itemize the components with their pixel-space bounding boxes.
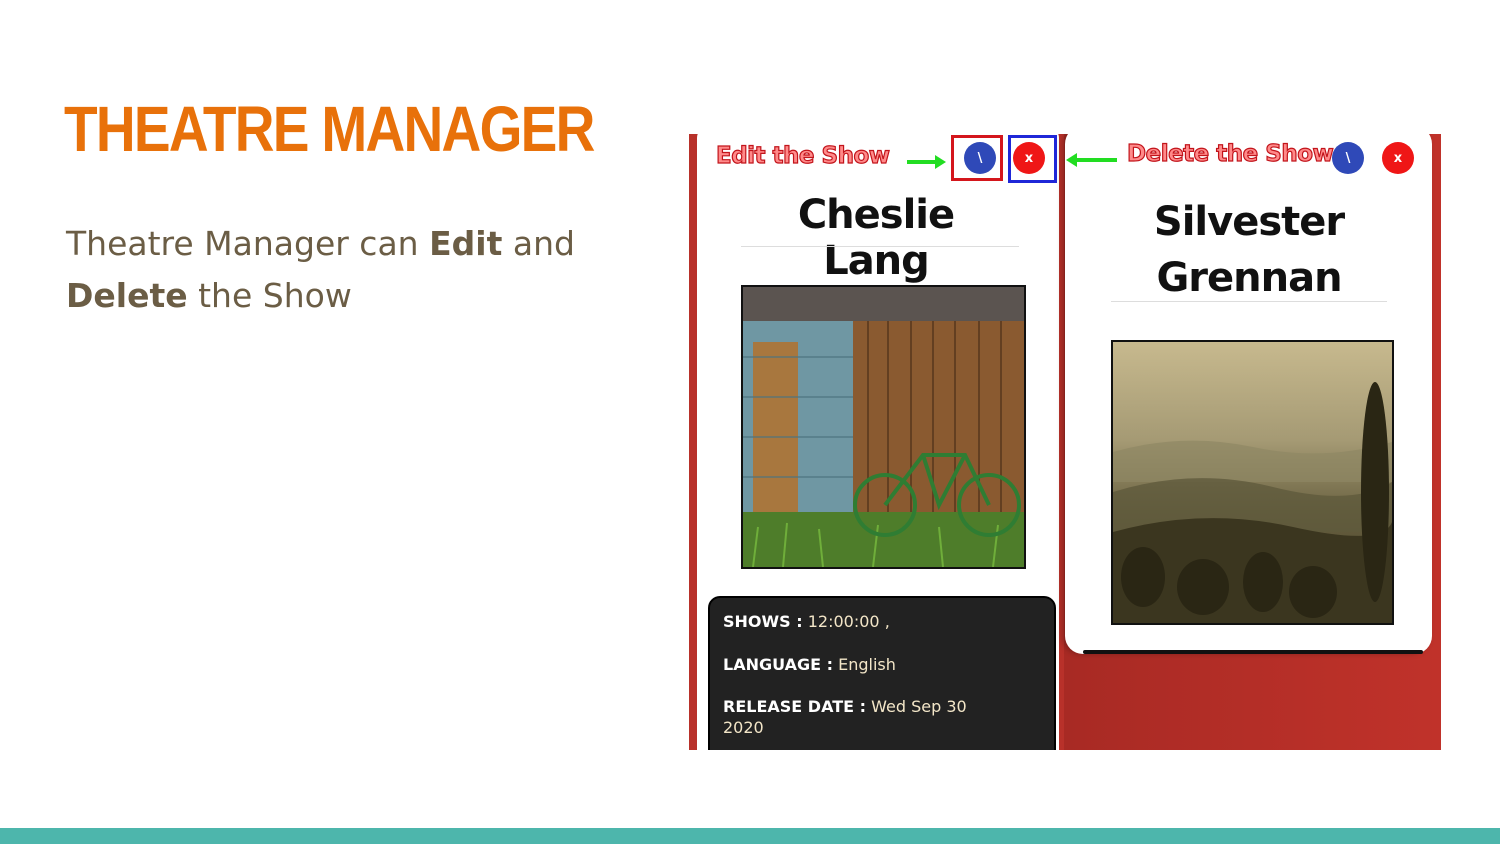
show-poster-image <box>741 285 1026 569</box>
slide-body-text: Theatre Manager can Edit and Delete the … <box>66 218 626 322</box>
delete-show-button[interactable]: x <box>1013 142 1045 174</box>
body-text-delete: Delete <box>66 276 188 315</box>
card-right-bottom-edge <box>1083 650 1423 654</box>
show-card-title-line1: Silvester <box>1153 199 1345 245</box>
body-text-mid: and <box>502 224 575 263</box>
close-icon: x <box>1393 150 1403 166</box>
close-icon: x <box>1024 150 1034 166</box>
title-divider <box>741 246 1019 247</box>
show-card-title: Cheslie Lang <box>797 192 955 284</box>
wooden-shed-bicycle-photo <box>743 287 1024 567</box>
detail-shows-value: 12:00:00 , <box>802 612 890 631</box>
misty-hills-landscape-photo <box>1113 342 1392 623</box>
show-card-title-line2: Grennan <box>1156 255 1342 301</box>
detail-language-value: English <box>833 655 896 674</box>
body-text-pre: Theatre Manager can <box>66 224 430 263</box>
detail-release-date-year: 2020 <box>723 718 764 737</box>
app-screenshot: Cheslie Lang SHOWS: 12:00:00 , LANGUAGE… <box>689 134 1441 750</box>
edit-show-button[interactable]: \ <box>964 142 996 174</box>
detail-release-label: RELEASE DATE : <box>723 697 867 716</box>
detail-language-label: LANGUAGE : <box>723 655 834 674</box>
footer-accent-bar <box>0 828 1500 844</box>
detail-shows-label: SHOWS : <box>723 612 803 631</box>
arrow-left-icon <box>1066 153 1117 167</box>
slide-title: THEATRE MANAGER <box>64 93 595 165</box>
edit-show-button-right[interactable]: \ <box>1332 142 1364 174</box>
show-poster-image-right <box>1111 340 1394 625</box>
show-card-title-right: Silvester Grennan <box>1109 194 1389 306</box>
delete-callout-label: Delete the Show <box>1126 140 1334 167</box>
body-text-post: the Show <box>187 276 352 315</box>
edit-callout-label: Edit the Show <box>715 142 890 169</box>
pencil-icon: \ <box>977 150 983 166</box>
detail-release-value: Wed Sep 30 <box>866 697 967 716</box>
title-divider-right <box>1111 301 1387 302</box>
delete-show-button-right[interactable]: x <box>1382 142 1414 174</box>
body-text-edit: Edit <box>429 224 503 263</box>
detail-release-value-year: 2020 <box>723 718 764 737</box>
pencil-icon: \ <box>1345 150 1351 166</box>
detail-release-date: RELEASE DATE : Wed Sep 30 <box>723 697 967 716</box>
arrow-right-icon <box>907 155 946 169</box>
detail-shows: SHOWS : 12:00:00 , <box>723 612 890 631</box>
detail-language: LANGUAGE : English <box>723 655 896 674</box>
